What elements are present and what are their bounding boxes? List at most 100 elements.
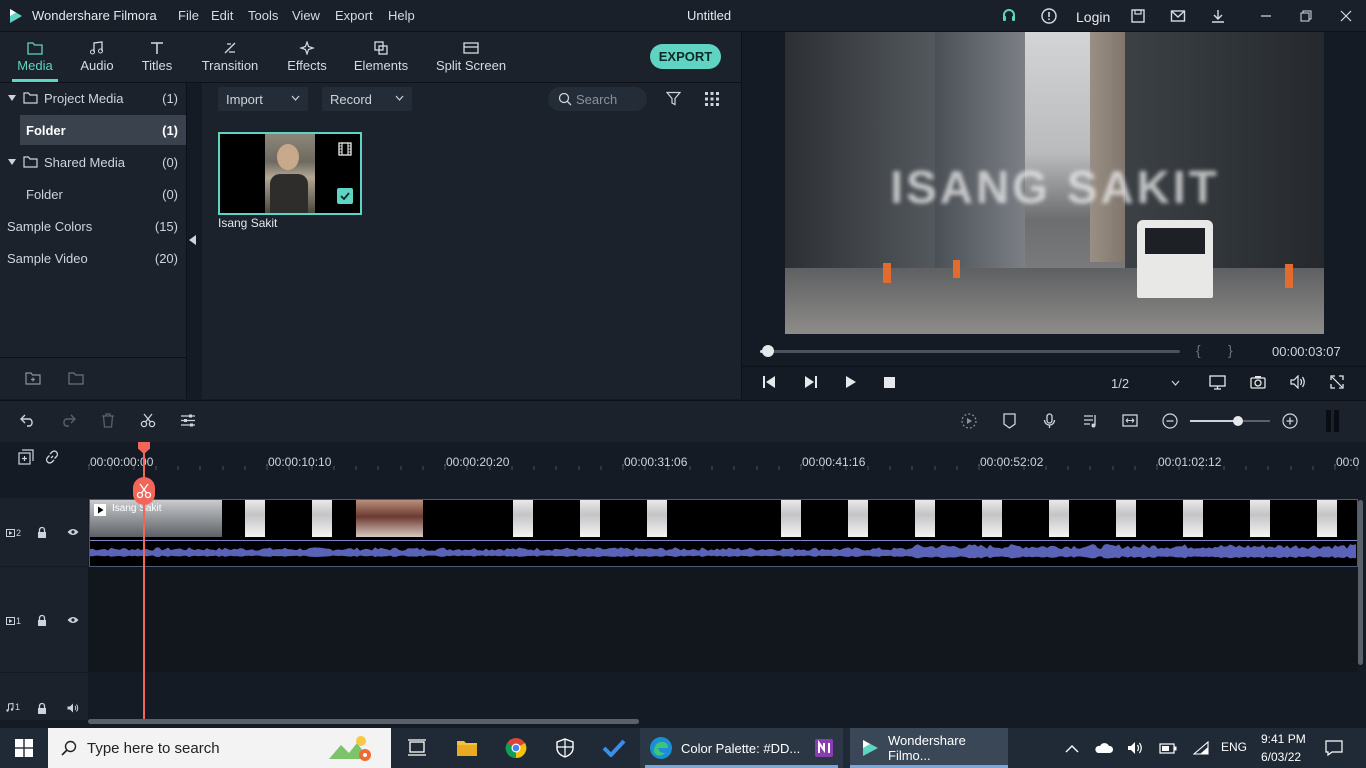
marker-icon[interactable]: [1003, 413, 1016, 429]
speaker-icon[interactable]: [67, 703, 79, 713]
add-track-icon[interactable]: [18, 449, 34, 465]
clock-date[interactable]: 6/03/22: [1261, 750, 1301, 764]
vertical-scrollbar[interactable]: [1358, 500, 1363, 665]
task-view-icon[interactable]: [403, 734, 431, 762]
notification-center-icon[interactable]: [1320, 734, 1348, 762]
stop-icon[interactable]: [884, 377, 895, 388]
chrome-icon[interactable]: [502, 734, 530, 762]
scissors-cut-icon[interactable]: [140, 413, 156, 428]
zoom-slider-fill: [1190, 420, 1238, 422]
zoom-out-icon[interactable]: [1162, 413, 1178, 429]
onedrive-cloud-icon[interactable]: [1090, 734, 1118, 762]
snapshot-camera-icon[interactable]: [1250, 375, 1266, 389]
menu-edit[interactable]: Edit: [211, 8, 233, 23]
media-search-input[interactable]: Search: [548, 87, 647, 111]
login-button[interactable]: Login: [1076, 9, 1110, 25]
sidebar-item-project-media[interactable]: Project Media (1): [0, 83, 186, 113]
export-button[interactable]: EXPORT: [650, 44, 721, 69]
zoom-slider-handle[interactable]: [1233, 416, 1243, 426]
grid-view-icon[interactable]: [705, 92, 719, 106]
sidebar-item-sample-colors[interactable]: Sample Colors (15): [0, 211, 186, 241]
menu-view[interactable]: View: [292, 8, 320, 23]
display-monitor-icon[interactable]: [1209, 375, 1226, 390]
zoom-slider-track[interactable]: [1190, 420, 1270, 422]
eye-visibility-icon[interactable]: [67, 616, 79, 624]
undo-icon[interactable]: [20, 413, 36, 427]
mark-out-bracket[interactable]: }: [1228, 342, 1233, 358]
media-clip-thumbnail[interactable]: [218, 132, 362, 215]
previous-frame-icon[interactable]: [763, 376, 777, 388]
todo-check-icon[interactable]: [600, 734, 628, 762]
adjust-settings-icon[interactable]: [180, 413, 196, 428]
horizontal-scrollbar[interactable]: [88, 719, 639, 724]
chevron-up-icon[interactable]: [1058, 734, 1086, 762]
menu-export[interactable]: Export: [335, 8, 373, 23]
new-folder-icon[interactable]: [25, 371, 41, 385]
timeline-video-clip[interactable]: Isang Sakit: [89, 499, 1358, 567]
fullscreen-icon[interactable]: [1330, 375, 1344, 389]
checkmark-icon[interactable]: [337, 188, 353, 204]
fit-timeline-icon[interactable]: [1122, 413, 1138, 428]
play-icon[interactable]: [845, 376, 857, 388]
folder-outline-icon[interactable]: [68, 371, 84, 385]
filter-icon[interactable]: [666, 91, 681, 106]
sidebar-item-folder-selected[interactable]: Folder (1): [20, 115, 186, 145]
redo-icon[interactable]: [60, 413, 76, 427]
lock-icon[interactable]: [37, 527, 47, 538]
clock-time[interactable]: 9:41 PM: [1261, 732, 1306, 746]
battery-icon[interactable]: [1154, 734, 1182, 762]
mark-in-bracket[interactable]: {: [1196, 342, 1201, 358]
tab-media[interactable]: Media: [12, 32, 58, 82]
video-track-1-lane[interactable]: [88, 567, 1358, 672]
taskbar-app-filmora[interactable]: Wondershare Filmo...: [850, 728, 1008, 768]
delete-trash-icon[interactable]: [101, 413, 115, 428]
volume-icon[interactable]: [1290, 375, 1306, 389]
tab-elements[interactable]: Elements: [352, 32, 410, 82]
volume-speaker-icon[interactable]: [1122, 734, 1150, 762]
taskbar-search-box[interactable]: Type here to search: [48, 728, 391, 768]
eye-visibility-icon[interactable]: [67, 528, 79, 536]
render-preview-icon[interactable]: [961, 413, 977, 429]
expand-triangle-icon[interactable]: [8, 158, 16, 166]
zoom-in-icon[interactable]: [1282, 413, 1298, 429]
headset-icon[interactable]: [999, 6, 1019, 26]
microphone-icon[interactable]: [1043, 413, 1056, 429]
mail-icon[interactable]: [1168, 6, 1188, 26]
sidebar-item-shared-media[interactable]: Shared Media (0): [0, 147, 186, 177]
sidebar-item-shared-folder[interactable]: Folder (0): [0, 179, 186, 209]
tab-titles[interactable]: Titles: [137, 32, 177, 82]
windows-start-icon[interactable]: [10, 734, 38, 762]
tab-split-screen[interactable]: Split Screen: [434, 32, 508, 82]
link-icon[interactable]: [44, 449, 60, 465]
import-dropdown[interactable]: Import: [218, 87, 308, 111]
restore-icon[interactable]: [1296, 6, 1316, 26]
menu-file[interactable]: File: [178, 8, 199, 23]
next-frame-icon[interactable]: [803, 376, 817, 388]
tab-transition[interactable]: Transition: [199, 32, 261, 82]
onenote-icon[interactable]: [810, 734, 838, 762]
playhead-cut-badge[interactable]: [133, 477, 155, 505]
pause-bars-icon[interactable]: [1326, 410, 1340, 432]
tab-audio[interactable]: Audio: [76, 32, 118, 82]
collapse-sidebar-icon[interactable]: [189, 235, 196, 245]
download-icon[interactable]: [1208, 6, 1228, 26]
language-indicator[interactable]: ENG: [1221, 740, 1247, 754]
audio-mixer-icon[interactable]: [1083, 413, 1098, 429]
record-dropdown[interactable]: Record: [322, 87, 412, 111]
security-shield-icon[interactable]: [551, 734, 579, 762]
menu-help[interactable]: Help: [388, 8, 415, 23]
playback-quality-dropdown[interactable]: 1/2: [1102, 372, 1190, 394]
sidebar-item-sample-video[interactable]: Sample Video (20): [0, 243, 186, 273]
save-icon[interactable]: [1128, 6, 1148, 26]
expand-triangle-icon[interactable]: [8, 94, 16, 102]
lock-icon[interactable]: [37, 615, 47, 626]
minimize-icon[interactable]: [1256, 6, 1276, 26]
wifi-network-icon[interactable]: [1187, 734, 1215, 762]
info-icon[interactable]: [1039, 6, 1059, 26]
playback-progress-track[interactable]: [760, 350, 1180, 353]
lock-icon[interactable]: [37, 703, 47, 714]
menu-tools[interactable]: Tools: [248, 8, 278, 23]
close-icon[interactable]: [1336, 6, 1356, 26]
file-explorer-icon[interactable]: [453, 734, 481, 762]
tab-effects[interactable]: Effects: [283, 32, 331, 82]
